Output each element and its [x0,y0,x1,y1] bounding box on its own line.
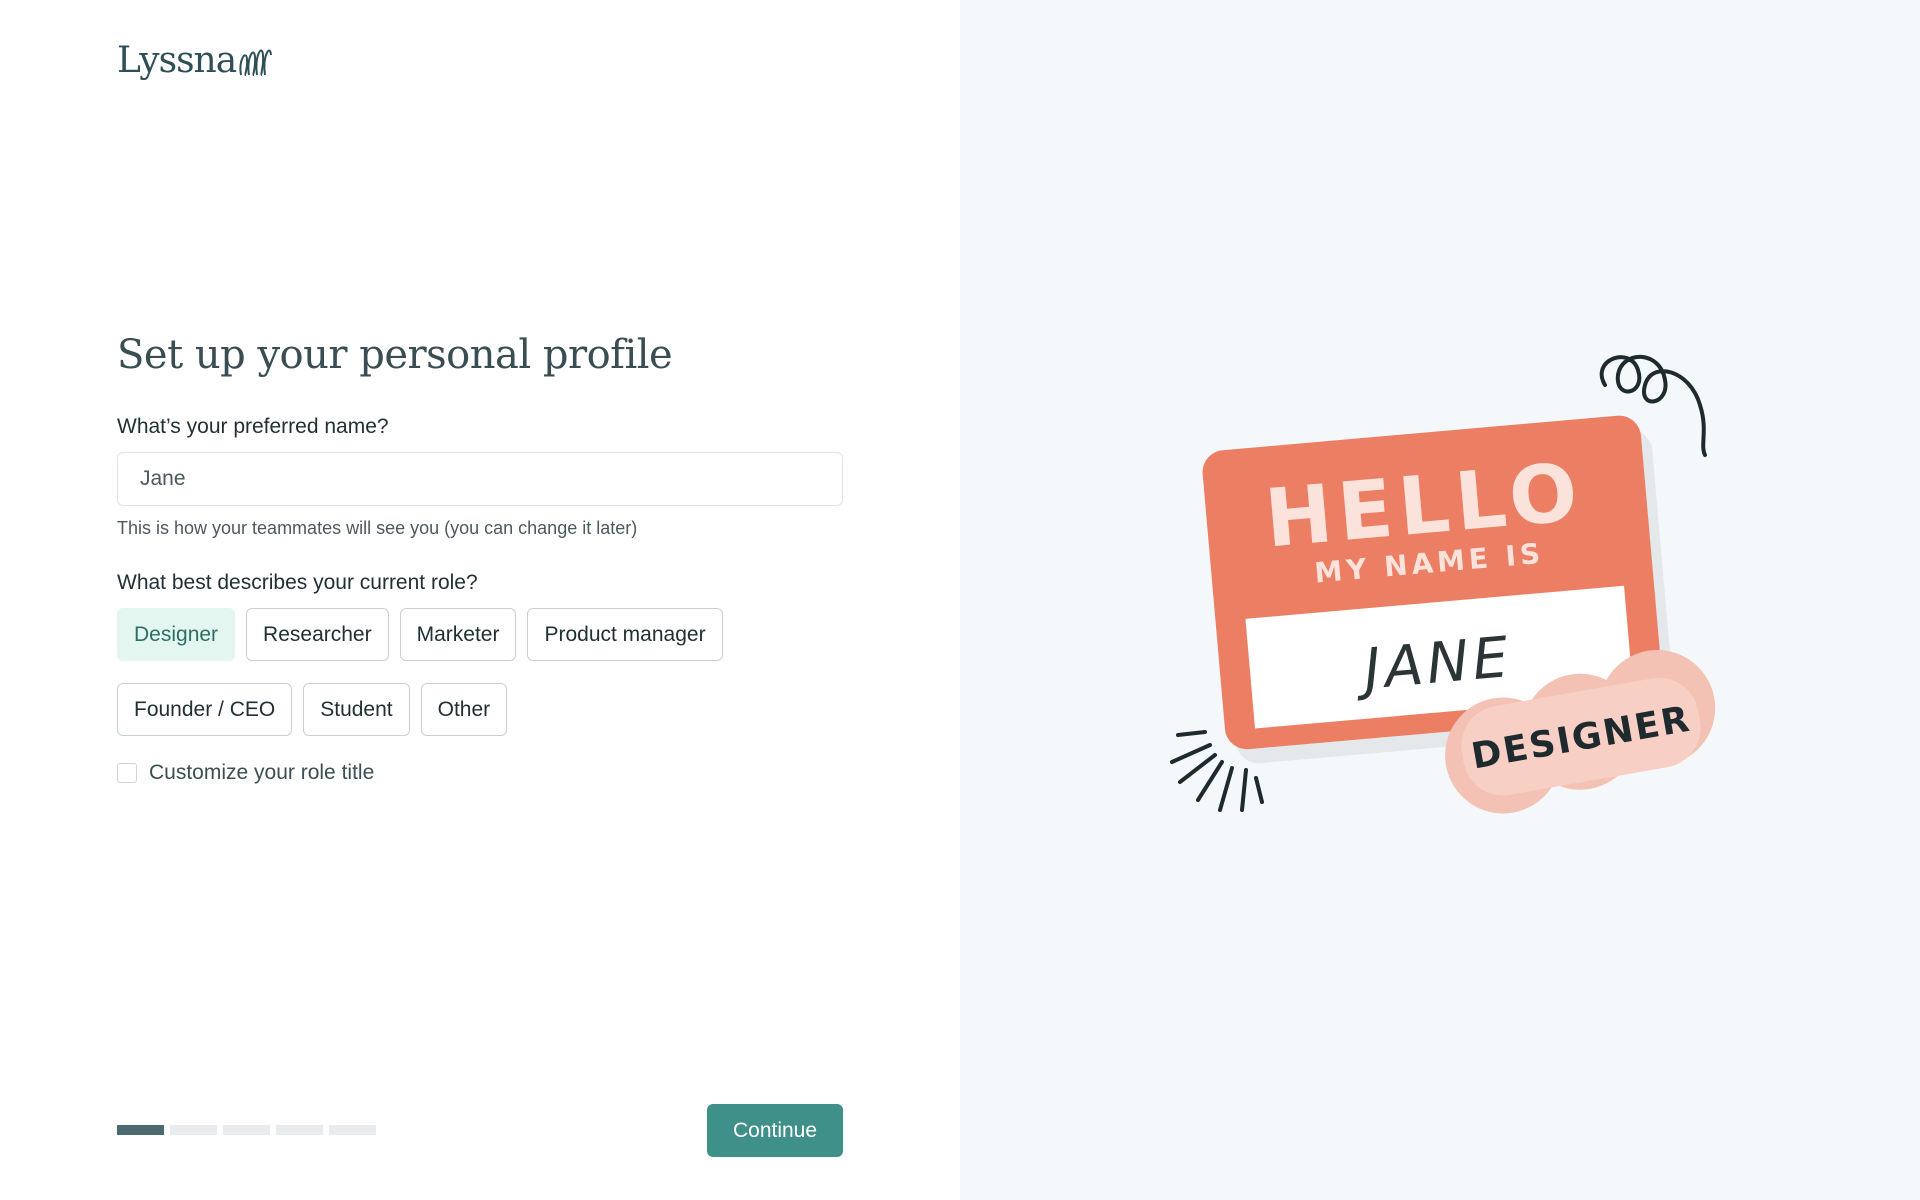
role-option-founder-ceo[interactable]: Founder / CEO [117,683,293,736]
role-option-other[interactable]: Other [420,683,508,736]
name-field-label: What’s your preferred name? [117,415,389,438]
role-option-marketer[interactable]: Marketer [399,608,517,661]
tag-name-text: JANE [1352,625,1515,704]
customize-role-label: Customize your role title [149,761,375,784]
name-tag-illustration: HELLO MY NAME IS JANE DESIGNER [1170,354,1716,814]
name-field-hint: This is how your teammates will see you … [117,518,638,538]
role-options: Designer Researcher Marketer Product man… [117,608,877,736]
lyssna-logo: Lyssna [117,40,273,81]
role-option-product-manager[interactable]: Product manager [527,608,723,661]
progress-step-3 [223,1125,270,1135]
preferred-name-input[interactable] [117,452,843,506]
page-title: Set up your personal profile [117,332,673,378]
progress-step-4 [276,1125,323,1135]
form-panel: Lyssna Set up your personal profile What… [0,0,960,1200]
customize-role-toggle[interactable]: Customize your role title [117,761,374,785]
progress-step-2 [170,1125,217,1135]
logo-waves-icon [239,49,273,76]
progress-step-1 [117,1125,164,1135]
customize-role-checkbox[interactable] [117,763,137,783]
role-option-researcher[interactable]: Researcher [246,608,389,661]
logo-wordmark: Lyssna [117,40,237,81]
role-option-student[interactable]: Student [303,683,410,736]
continue-button[interactable]: Continue [707,1104,843,1157]
role-option-designer[interactable]: Designer [117,608,236,661]
step-progress [117,1125,376,1135]
progress-step-5 [329,1125,376,1135]
role-field-label: What best describes your current role? [117,571,478,594]
